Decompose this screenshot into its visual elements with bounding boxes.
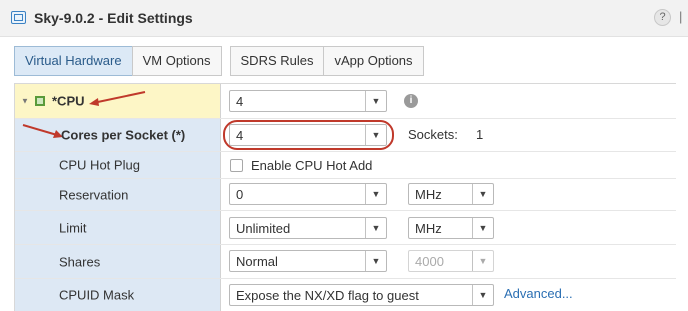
chevron-down-icon: ▼ [472, 218, 493, 238]
tab-sdrs-rules[interactable]: SDRS Rules [229, 46, 325, 76]
chevron-down-icon: ▼ [472, 184, 493, 204]
shares-label-cell: Shares [15, 245, 221, 278]
tab-vm-options[interactable]: VM Options [131, 46, 222, 76]
cpu-count-select[interactable]: 4 ▼ [229, 90, 387, 112]
cpu-count-value: 4 [236, 94, 244, 109]
chevron-down-icon: ▼ [365, 251, 386, 271]
cores-per-socket-row[interactable]: Cores per Socket (*) 4 ▼ Sockets: 1 [15, 119, 676, 152]
title-bar: Sky-9.0.2 - Edit Settings ? | [0, 0, 688, 37]
chevron-down-icon: ▼ [365, 218, 386, 238]
cpuid-mask-row: CPUID Mask Expose the NX/XD flag to gues… [15, 279, 676, 311]
reservation-label: Reservation [59, 187, 129, 202]
shares-level-value: Normal [236, 254, 278, 269]
sockets-value: 1 [476, 127, 484, 142]
chevron-down-icon: ▼ [365, 184, 386, 204]
limit-row: Limit Unlimited ▼ MHz ▼ [15, 211, 676, 245]
shares-select[interactable]: Normal ▼ [229, 250, 387, 272]
limit-value: Unlimited [236, 221, 291, 236]
tab-virtual-hardware[interactable]: Virtual Hardware [14, 46, 133, 76]
limit-select[interactable]: Unlimited ▼ [229, 217, 387, 239]
collapse-icon[interactable]: ▼ [21, 97, 29, 106]
shares-row: Shares Normal ▼ 4000 ▼ [15, 245, 676, 279]
chevron-down-icon: ▼ [365, 91, 386, 111]
hot-plug-label-cell: CPU Hot Plug [15, 152, 221, 178]
enable-cpu-hot-add-checkbox[interactable] [230, 159, 243, 172]
cores-label-cell: Cores per Socket (*) [15, 119, 221, 151]
annotation-oval [223, 120, 394, 150]
advanced-link[interactable]: Advanced... [504, 286, 573, 301]
help-icon[interactable]: ? [654, 9, 671, 26]
reservation-select[interactable]: 0 ▼ [229, 183, 387, 205]
cores-per-socket-label: Cores per Socket (*) [61, 127, 186, 143]
reservation-unit-value: MHz [415, 187, 442, 202]
vm-icon [11, 11, 26, 24]
cpuid-mask-select[interactable]: Expose the NX/XD flag to guest ▼ [229, 284, 494, 306]
cpu-hot-plug-label: CPU Hot Plug [59, 157, 140, 173]
reservation-label-cell: Reservation [15, 179, 221, 210]
settings-tabs: Virtual Hardware VM Options SDRS Rules v… [14, 46, 424, 76]
cpu-label: *CPU [52, 93, 85, 109]
red-arrow-icon [22, 124, 63, 138]
limit-label-cell: Limit [15, 211, 221, 244]
sockets-label: Sockets: [408, 127, 458, 142]
chevron-down-icon: ▼ [472, 285, 493, 305]
cpu-icon [35, 96, 45, 106]
window-edge-marker: | [679, 9, 683, 24]
cpuid-label-cell: CPUID Mask [15, 279, 221, 311]
shares-label: Shares [59, 254, 101, 269]
enable-cpu-hot-add-label[interactable]: Enable CPU Hot Add [251, 158, 372, 173]
window-title: Sky-9.0.2 - Edit Settings [34, 10, 193, 26]
cpu-label-cell: ▼ *CPU [15, 84, 221, 118]
tab-vapp-options[interactable]: vApp Options [323, 46, 424, 76]
cpu-hot-plug-row: CPU Hot Plug Enable CPU Hot Add [15, 152, 676, 179]
red-arrow-icon [89, 91, 146, 106]
hardware-settings-grid: ▼ *CPU 4 ▼ i ▲ Cores per Socket (*) 4 ▼ [14, 83, 676, 311]
cpuid-mask-value: Expose the NX/XD flag to guest [236, 288, 419, 303]
chevron-down-icon: ▼ [472, 251, 493, 271]
shares-value-field: 4000 ▼ [408, 250, 494, 272]
cpu-row[interactable]: ▼ *CPU 4 ▼ i ▲ [15, 84, 676, 119]
cpuid-mask-label: CPUID Mask [59, 287, 135, 303]
limit-unit-select[interactable]: MHz ▼ [408, 217, 494, 239]
shares-number-value: 4000 [415, 254, 444, 269]
limit-unit-value: MHz [415, 221, 442, 236]
info-icon[interactable]: i [404, 94, 418, 108]
limit-label: Limit [59, 220, 87, 235]
reservation-row: Reservation 0 ▼ MHz ▼ [15, 179, 676, 211]
reservation-value: 0 [236, 187, 244, 202]
reservation-unit-select[interactable]: MHz ▼ [408, 183, 494, 205]
